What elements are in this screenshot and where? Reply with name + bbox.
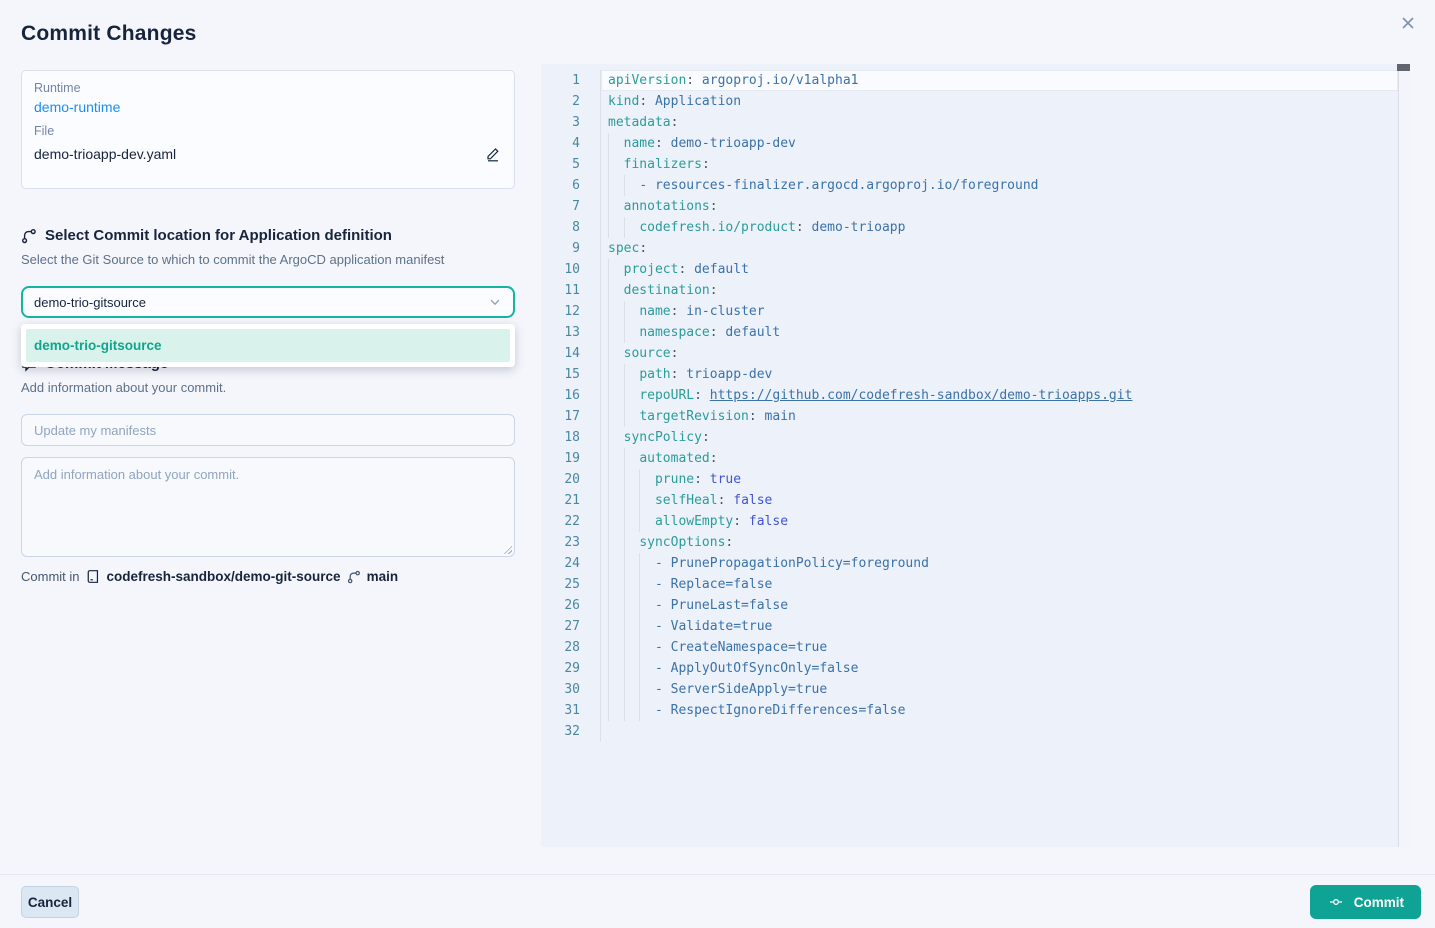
line-number: 23 [541, 532, 601, 553]
gitsource-select[interactable]: demo-trio-gitsource [21, 286, 515, 318]
commit-description-textarea[interactable] [21, 457, 515, 557]
git-branch-icon [347, 570, 361, 584]
git-commit-icon [1327, 893, 1345, 911]
code-line[interactable]: 17 targetRevision: main [541, 406, 1410, 427]
line-number: 27 [541, 616, 601, 637]
line-number: 29 [541, 658, 601, 679]
code-line[interactable]: 15 path: trioapp-dev [541, 364, 1410, 385]
code-line[interactable]: 21 selfHeal: false [541, 490, 1410, 511]
commit-branch-name: main [367, 569, 399, 584]
code-line[interactable]: 11 destination: [541, 280, 1410, 301]
line-number: 24 [541, 553, 601, 574]
code-line[interactable]: 8 codefresh.io/product: demo-trioapp [541, 217, 1410, 238]
repo-icon [86, 569, 101, 584]
gitsource-selected-value: demo-trio-gitsource [34, 295, 146, 310]
file-label: File [34, 124, 502, 138]
code-line[interactable]: 18 syncPolicy: [541, 427, 1410, 448]
code-line[interactable]: 5 finalizers: [541, 154, 1410, 175]
code-line[interactable]: 26 - PruneLast=false [541, 595, 1410, 616]
commit-summary-input[interactable] [21, 414, 515, 446]
code-line[interactable]: 24 - PrunePropagationPolicy=foreground [541, 553, 1410, 574]
code-line[interactable]: 2kind: Application [541, 91, 1410, 112]
line-number: 22 [541, 511, 601, 532]
git-branch-icon [21, 228, 37, 244]
line-number: 3 [541, 112, 601, 133]
code-line[interactable]: 32 [541, 721, 1410, 742]
line-number: 8 [541, 217, 601, 238]
line-number: 21 [541, 490, 601, 511]
line-number: 4 [541, 133, 601, 154]
code-line[interactable]: 29 - ApplyOutOfSyncOnly=false [541, 658, 1410, 679]
line-number: 7 [541, 196, 601, 217]
code-line[interactable]: 16 repoURL: https://github.com/codefresh… [541, 385, 1410, 406]
commit-message-helper: Add information about your commit. [21, 380, 226, 395]
editor-scrollbar[interactable] [1398, 64, 1410, 847]
line-number: 19 [541, 448, 601, 469]
line-number: 2 [541, 91, 601, 112]
modal-footer: Cancel Commit [0, 874, 1435, 928]
code-line[interactable]: 23 syncOptions: [541, 532, 1410, 553]
code-line[interactable]: 4 name: demo-trioapp-dev [541, 133, 1410, 154]
commit-location-heading: Select Commit location for Application d… [21, 227, 392, 244]
chevron-down-icon [488, 295, 502, 309]
line-number: 16 [541, 385, 601, 406]
close-icon[interactable] [1398, 13, 1418, 33]
commit-repo-name: codefresh-sandbox/demo-git-source [107, 569, 341, 584]
line-number: 11 [541, 280, 601, 301]
line-number: 14 [541, 343, 601, 364]
runtime-link[interactable]: demo-runtime [34, 99, 120, 115]
code-line[interactable]: 27 - Validate=true [541, 616, 1410, 637]
line-number: 32 [541, 721, 601, 742]
code-line[interactable]: 25 - Replace=false [541, 574, 1410, 595]
commit-button[interactable]: Commit [1310, 885, 1421, 919]
code-lines: 1apiVersion: argoproj.io/v1alpha12kind: … [541, 64, 1410, 742]
runtime-file-card: Runtime demo-runtime File demo-trioapp-d… [21, 70, 515, 189]
code-line[interactable]: 7 annotations: [541, 196, 1410, 217]
line-number: 15 [541, 364, 601, 385]
line-number: 5 [541, 154, 601, 175]
line-number: 6 [541, 175, 601, 196]
line-number: 1 [541, 70, 601, 91]
gitsource-dropdown: demo-trio-gitsource [21, 324, 515, 367]
scrollbar-thumb[interactable] [1397, 64, 1410, 71]
line-number: 25 [541, 574, 601, 595]
code-line[interactable]: 31 - RespectIgnoreDifferences=false [541, 700, 1410, 721]
file-name: demo-trioapp-dev.yaml [34, 146, 176, 162]
code-line[interactable]: 6 - resources-finalizer.argocd.argoproj.… [541, 175, 1410, 196]
line-number: 10 [541, 259, 601, 280]
commit-target-row: Commit in codefresh-sandbox/demo-git-sou… [21, 569, 398, 584]
code-line[interactable]: 1apiVersion: argoproj.io/v1alpha1 [541, 70, 1410, 91]
line-number: 17 [541, 406, 601, 427]
line-number: 30 [541, 679, 601, 700]
code-line[interactable]: 20 prune: true [541, 469, 1410, 490]
line-number: 20 [541, 469, 601, 490]
commit-location-subheading: Select the Git Source to which to commit… [21, 252, 444, 267]
line-number: 18 [541, 427, 601, 448]
cancel-button[interactable]: Cancel [21, 886, 79, 918]
gitsource-option[interactable]: demo-trio-gitsource [26, 329, 510, 362]
code-line[interactable]: 14 source: [541, 343, 1410, 364]
code-line[interactable]: 13 namespace: default [541, 322, 1410, 343]
yaml-editor[interactable]: 1apiVersion: argoproj.io/v1alpha12kind: … [541, 64, 1410, 847]
line-number: 13 [541, 322, 601, 343]
line-number: 26 [541, 595, 601, 616]
code-line[interactable]: 10 project: default [541, 259, 1410, 280]
code-line[interactable]: 22 allowEmpty: false [541, 511, 1410, 532]
line-number: 9 [541, 238, 601, 259]
commit-in-label: Commit in [21, 569, 80, 584]
line-number: 12 [541, 301, 601, 322]
code-line[interactable]: 19 automated: [541, 448, 1410, 469]
code-line[interactable]: 9spec: [541, 238, 1410, 259]
code-line[interactable]: 3metadata: [541, 112, 1410, 133]
code-line[interactable]: 12 name: in-cluster [541, 301, 1410, 322]
line-number: 31 [541, 700, 601, 721]
code-line[interactable]: 30 - ServerSideApply=true [541, 679, 1410, 700]
page-title: Commit Changes [21, 22, 197, 46]
runtime-label: Runtime [34, 81, 502, 95]
edit-icon[interactable] [484, 145, 502, 163]
line-number: 28 [541, 637, 601, 658]
code-line[interactable]: 28 - CreateNamespace=true [541, 637, 1410, 658]
